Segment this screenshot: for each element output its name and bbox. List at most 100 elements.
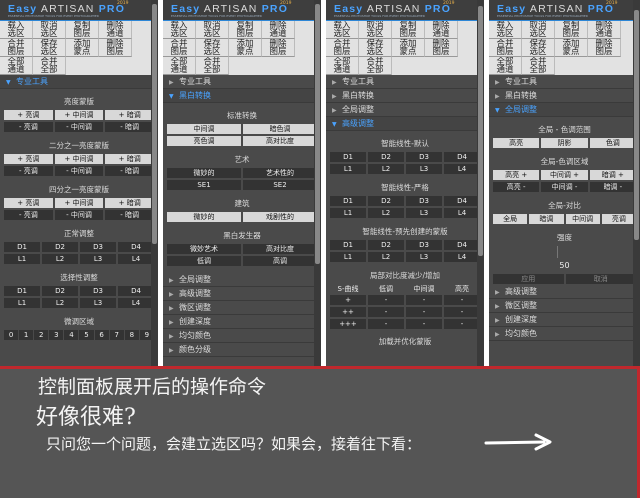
merge-all-button[interactable]: 合并 全部 — [33, 57, 66, 75]
plus-midtones-button[interactable]: + 中间调 — [54, 154, 104, 164]
l4-button[interactable]: L4 — [444, 252, 480, 262]
plus-midtone-button[interactable]: 中间调 + — [541, 170, 588, 180]
subtle-button[interactable]: 微妙的 — [167, 212, 241, 222]
delete-layer-button[interactable]: 删除 图层 — [99, 39, 132, 57]
l3-button[interactable]: L3 — [80, 254, 116, 264]
low-key-button[interactable]: - — [368, 295, 404, 305]
d3-button[interactable]: D3 — [80, 242, 116, 252]
d1-button[interactable]: D1 — [4, 242, 40, 252]
merge-layer-button[interactable]: 合并 图层 — [163, 39, 196, 57]
light-tones-button[interactable]: 亮色调 — [167, 136, 241, 146]
plus-shadows-button[interactable]: + 暗调 — [105, 154, 155, 164]
zone-3-button[interactable]: 3 — [49, 330, 64, 340]
cancel-selection-button[interactable]: 取消 选区 — [196, 21, 229, 39]
tone-button[interactable]: 色调 — [589, 138, 636, 148]
zone-7-button[interactable]: 7 — [109, 330, 124, 340]
section-bw-conversion[interactable]: ▶ 黑白转换 — [489, 89, 640, 103]
dark-tones-button[interactable]: 暗色调 — [243, 124, 317, 134]
d2-button[interactable]: D2 — [368, 240, 404, 250]
copy-layer-button[interactable]: 复制 图层 — [555, 21, 588, 39]
section-create-depth[interactable]: ▶ 创建深度 — [489, 313, 640, 327]
minus-shadow-button[interactable]: 暗调 - — [589, 182, 636, 192]
copy-layer-button[interactable]: 复制 图层 — [229, 21, 262, 39]
scrollbar[interactable] — [477, 0, 484, 366]
d3-button[interactable]: D3 — [406, 152, 442, 162]
section-advanced-adjust[interactable]: ▼ 高级调整 — [326, 117, 484, 131]
midtone-button[interactable]: - — [406, 319, 442, 329]
add-point-button[interactable]: 添加 蒙点 — [555, 39, 588, 57]
delete-channel-button[interactable]: 删除 通道 — [99, 21, 132, 39]
d1-button[interactable]: D1 — [330, 196, 366, 206]
plus-highlights-button[interactable]: + 亮调 — [4, 154, 53, 164]
minus-midtones-button[interactable]: - 中间调 — [54, 166, 104, 176]
section-advanced-adjust[interactable]: ▶ 高级调整 — [489, 285, 640, 299]
midtone-button[interactable]: - — [406, 295, 442, 305]
l2-button[interactable]: L2 — [368, 164, 404, 174]
delete-layer-button[interactable]: 删除 图层 — [262, 39, 295, 57]
delete-channel-button[interactable]: 删除 通道 — [425, 21, 458, 39]
l2-button[interactable]: L2 — [368, 252, 404, 262]
d4-button[interactable]: D4 — [444, 240, 480, 250]
d1-button[interactable]: D1 — [4, 286, 40, 296]
section-micro-adjust[interactable]: ▶ 微区调整 — [163, 301, 321, 315]
section-global-adjust[interactable]: ▶ 全局调整 — [326, 103, 484, 117]
d2-button[interactable]: D2 — [42, 242, 78, 252]
plus-highlights-button[interactable]: + 亮调 — [4, 110, 53, 120]
l3-button[interactable]: L3 — [406, 252, 442, 262]
low-key-button[interactable]: - — [368, 319, 404, 329]
l1-button[interactable]: L1 — [330, 208, 366, 218]
section-bw-conversion[interactable]: ▶ 黑白转换 — [326, 89, 484, 103]
plus-highlight-button[interactable]: 高亮 + — [493, 170, 540, 180]
load-selection-button[interactable]: 载入 选区 — [0, 21, 33, 39]
plus-shadows-button[interactable]: + 暗调 — [105, 198, 155, 208]
add-point-button[interactable]: 添加 蒙点 — [229, 39, 262, 57]
section-pro-tools[interactable]: ▶ 专业工具 — [326, 75, 484, 89]
minus-shadows-button[interactable]: - 暗调 — [105, 210, 155, 220]
s-curve-button[interactable]: ++ — [330, 307, 366, 317]
midtone-button[interactable]: - — [406, 307, 442, 317]
l1-button[interactable]: L1 — [4, 254, 40, 264]
zone-1-button[interactable]: 1 — [19, 330, 34, 340]
all-channels-button[interactable]: 全部 通道 — [326, 57, 359, 75]
save-selection-button[interactable]: 保存 选区 — [33, 39, 66, 57]
minus-midtone-button[interactable]: 中间调 - — [541, 182, 588, 192]
delete-channel-button[interactable]: 删除 通道 — [588, 21, 621, 39]
l3-button[interactable]: L3 — [80, 298, 116, 308]
subtle-art-button[interactable]: 微妙艺术 — [167, 244, 241, 254]
l2-button[interactable]: L2 — [42, 298, 78, 308]
section-pro-tools[interactable]: ▶ 专业工具 — [163, 75, 321, 89]
l2-button[interactable]: L2 — [42, 254, 78, 264]
low-key-button[interactable]: - — [368, 307, 404, 317]
section-advanced-adjust[interactable]: ▶ 高级调整 — [163, 287, 321, 301]
d2-button[interactable]: D2 — [42, 286, 78, 296]
minus-shadows-button[interactable]: - 暗调 — [105, 122, 155, 132]
se2-button[interactable]: SE2 — [243, 180, 317, 190]
dramatic-button[interactable]: 戏剧性的 — [243, 212, 317, 222]
plus-highlights-button[interactable]: + 亮调 — [4, 198, 53, 208]
delete-layer-button[interactable]: 删除 图层 — [588, 39, 621, 57]
minus-highlight-button[interactable]: 高亮 - — [493, 182, 540, 192]
high-key-button[interactable]: 高调 — [243, 256, 317, 266]
merge-all-button[interactable]: 合并 全部 — [359, 57, 392, 75]
add-point-button[interactable]: 添加 蒙点 — [392, 39, 425, 57]
highlight-button[interactable]: 高亮 — [493, 138, 540, 148]
all-channels-button[interactable]: 全部 通道 — [163, 57, 196, 75]
artistic-button[interactable]: 艺术性的 — [243, 168, 317, 178]
highlight-button[interactable]: - — [444, 307, 480, 317]
midtones-button[interactable]: 中间调 — [167, 124, 241, 134]
plus-midtones-button[interactable]: + 中间调 — [54, 110, 104, 120]
d3-button[interactable]: D3 — [406, 240, 442, 250]
load-selection-button[interactable]: 载入 选区 — [163, 21, 196, 39]
cancel-selection-button[interactable]: 取消 选区 — [359, 21, 392, 39]
d1-button[interactable]: D1 — [330, 152, 366, 162]
s-curve-button[interactable]: +++ — [330, 319, 366, 329]
d4-button[interactable]: D4 — [118, 242, 154, 252]
section-create-depth[interactable]: ▶ 创建深度 — [163, 315, 321, 329]
delete-layer-button[interactable]: 删除 图层 — [425, 39, 458, 57]
load-selection-button[interactable]: 载入 选区 — [489, 21, 522, 39]
scrollbar[interactable] — [314, 0, 321, 366]
high-contrast-button[interactable]: 高对比度 — [243, 136, 317, 146]
all-channels-button[interactable]: 全部 通道 — [489, 57, 522, 75]
l1-button[interactable]: L1 — [330, 252, 366, 262]
d1-button[interactable]: D1 — [330, 240, 366, 250]
